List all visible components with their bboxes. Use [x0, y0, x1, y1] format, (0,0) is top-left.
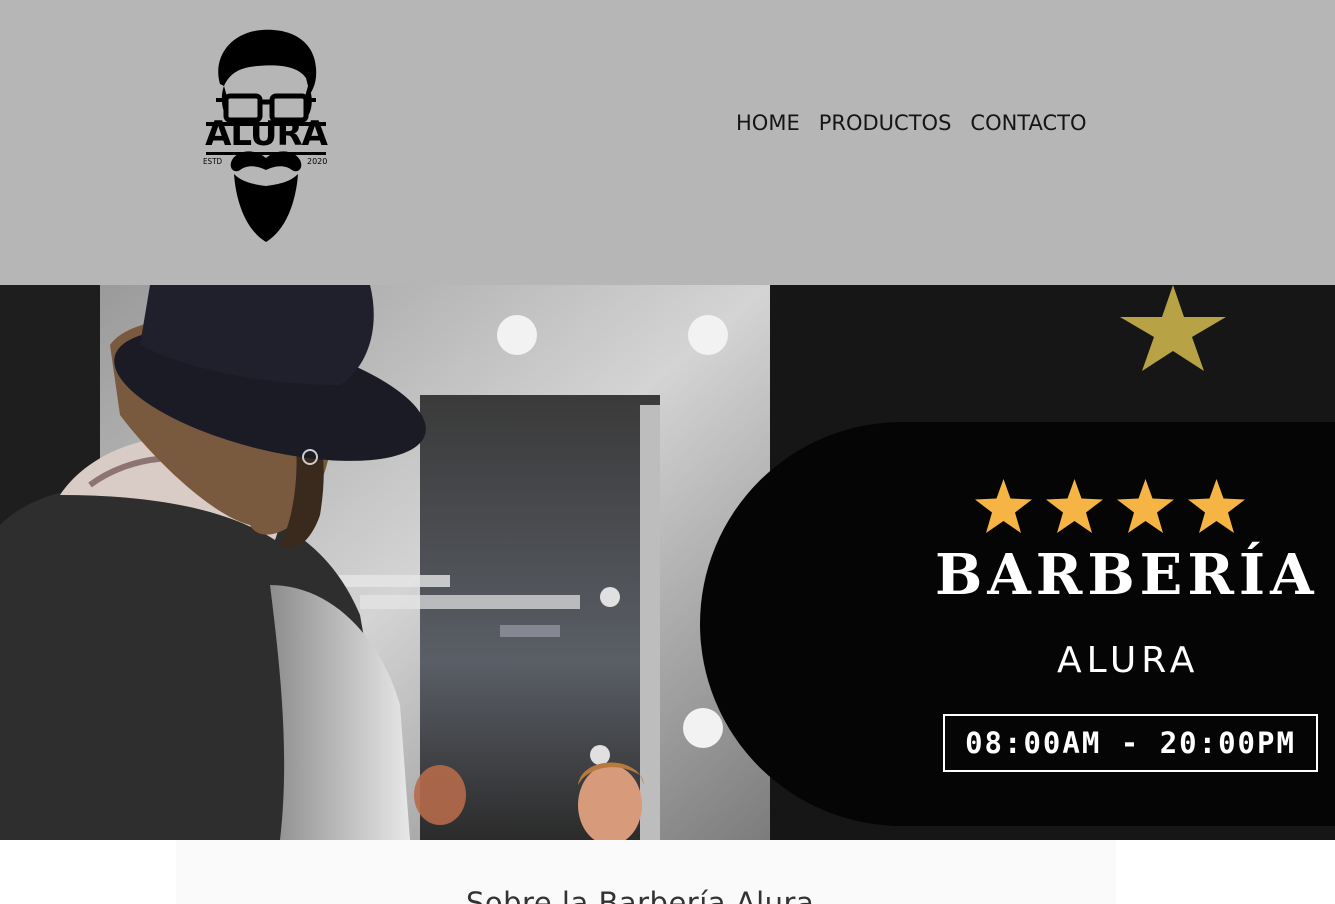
- site-header: ALURA ESTD 2020 HOME PRODUCTOS CONTACTO: [0, 0, 1335, 285]
- hero-subtitle: ALURA: [1057, 640, 1200, 681]
- alura-logo[interactable]: ALURA ESTD 2020: [198, 26, 334, 248]
- rating-stars: [975, 479, 1245, 533]
- about-title: Sobre la Barbería Alura: [466, 886, 815, 904]
- nav-contacto-link[interactable]: CONTACTO: [970, 111, 1086, 135]
- nav-productos-link[interactable]: PRODUCTOS: [819, 111, 952, 135]
- star-icon: [975, 479, 1032, 533]
- main-nav: HOME PRODUCTOS CONTACTO: [736, 108, 1087, 138]
- logo-wordmark: ALURA: [205, 114, 328, 154]
- star-icon: [1117, 479, 1174, 533]
- hero-section: BARBERÍA ALURA 08:00AM - 20:00PM: [0, 285, 1335, 840]
- nav-home-link[interactable]: HOME: [736, 111, 800, 135]
- logo-year-label: 2020: [307, 157, 328, 166]
- star-icon: [1046, 479, 1103, 533]
- about-section: Sobre la Barbería Alura: [0, 840, 1335, 904]
- hero-title: BARBERÍA: [935, 542, 1319, 608]
- star-icon: [1188, 479, 1245, 533]
- logo-estd-label: ESTD: [203, 157, 223, 166]
- opening-hours: 08:00AM - 20:00PM: [943, 714, 1318, 772]
